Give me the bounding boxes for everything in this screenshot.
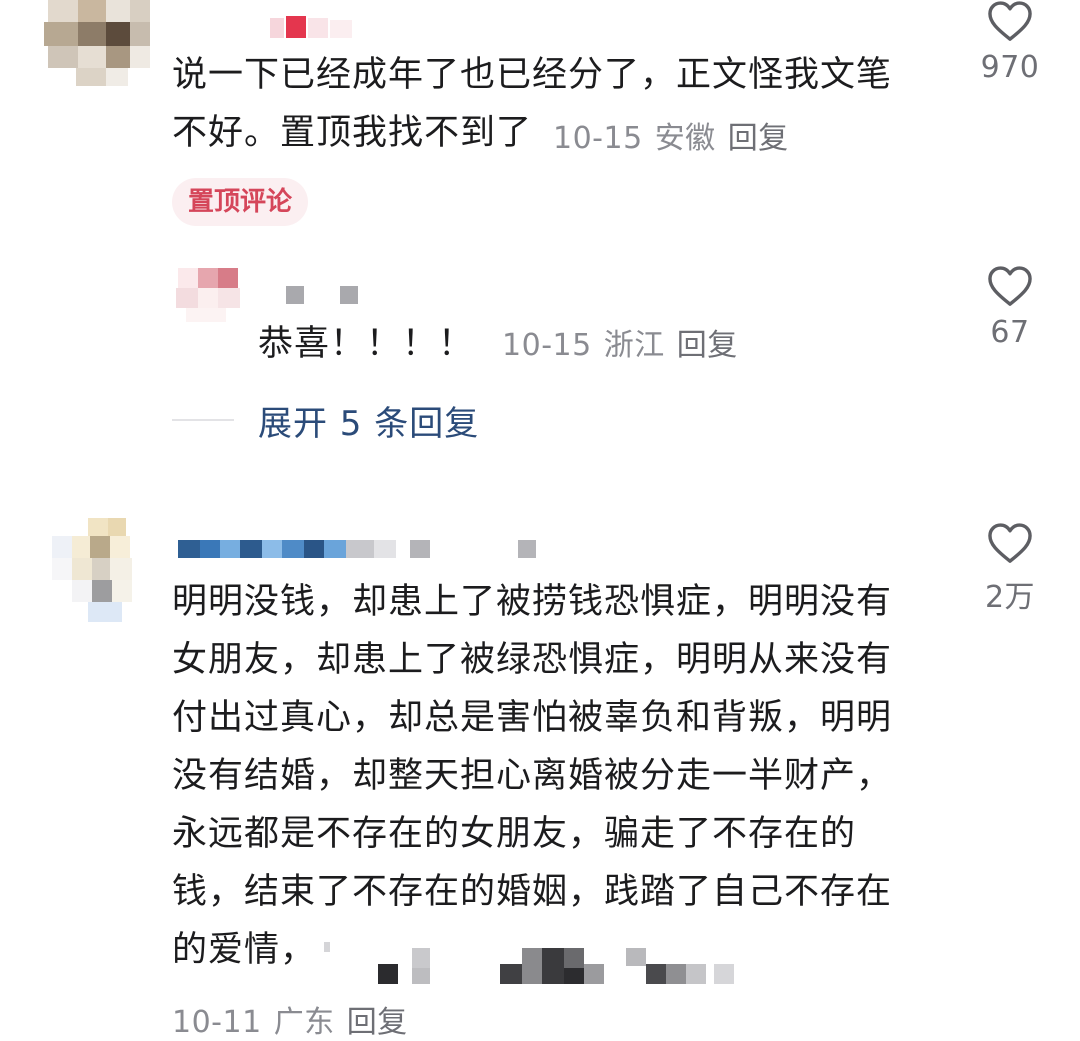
comment-text: 说一下已经成年了也已经分了，正文怪我文笔 不好。置顶我找不到了 xyxy=(172,55,893,153)
avatar[interactable] xyxy=(172,262,252,324)
like-count: 67 xyxy=(990,315,1030,350)
comment-meta: 10-15 浙江 回复 xyxy=(502,320,750,364)
username-censored[interactable] xyxy=(178,538,558,560)
pinned-comment-badge: 置顶评论 xyxy=(172,178,309,226)
reply-button[interactable]: 回复 xyxy=(677,328,738,363)
avatar[interactable] xyxy=(40,0,150,100)
divider xyxy=(172,419,234,421)
like-count: 970 xyxy=(980,50,1040,85)
comment-location: 浙江 xyxy=(603,328,665,363)
reply-button[interactable]: 回复 xyxy=(728,121,789,156)
like-count: 2万 xyxy=(984,580,1036,615)
expand-replies-button[interactable]: 展开 5 条回复 xyxy=(172,392,479,448)
username-censored[interactable] xyxy=(270,12,360,42)
heart-outline-icon[interactable] xyxy=(987,522,1033,564)
comment-date: 10-11 xyxy=(172,1005,262,1040)
reply-button[interactable]: 回复 xyxy=(347,1005,408,1040)
comment-meta: 10-15 安徽 回复 xyxy=(553,113,801,157)
heart-outline-icon[interactable] xyxy=(987,0,1033,42)
expand-replies-label[interactable]: 展开 5 条回复 xyxy=(258,396,479,445)
comment-location: 安徽 xyxy=(654,121,716,156)
like-button[interactable]: 970 xyxy=(965,0,1055,85)
comment-text: 恭喜！！！！ xyxy=(258,324,475,364)
heart-outline-icon[interactable] xyxy=(987,265,1033,307)
comment-date: 10-15 xyxy=(502,328,592,363)
comment-date: 10-15 xyxy=(553,121,643,156)
comment-text: 明明没钱，却患上了被捞钱恐惧症，明明没有 女朋友，却患上了被绿恐惧症，明明从来没… xyxy=(172,582,893,970)
comment-meta: 10-11 广东 回复 xyxy=(172,997,420,1041)
reply-line: 恭喜！！！！ 10-15 浙江 回复 xyxy=(258,315,750,373)
username-censored[interactable] xyxy=(284,284,364,306)
like-button[interactable]: 67 xyxy=(965,265,1055,350)
avatar[interactable] xyxy=(52,518,144,628)
comment-location: 广东 xyxy=(273,1005,335,1040)
censored-text-block xyxy=(324,942,770,988)
like-button[interactable]: 2万 xyxy=(965,522,1055,616)
